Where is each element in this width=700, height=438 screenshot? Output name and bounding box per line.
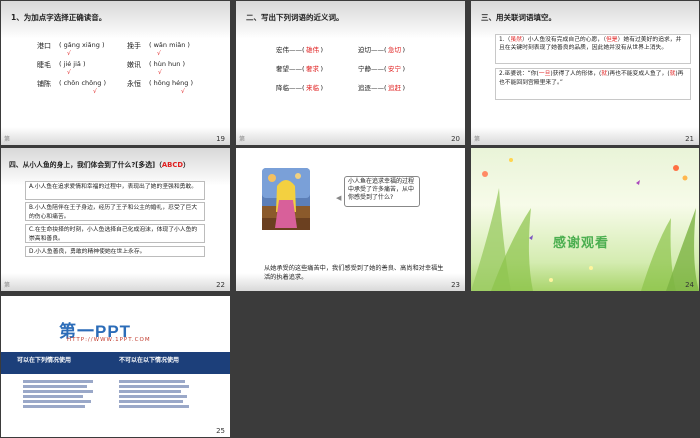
link-list-right [119, 378, 199, 410]
synonym-item: 宁静——(安宁) [358, 65, 406, 73]
link-list-left [23, 378, 103, 410]
slide-footer-gradient [471, 127, 699, 145]
slide-25-thumbnail[interactable]: 第一PPT HTTP://WWW.1PPT.COM 可以在下列情况使用 不可以在… [1, 296, 230, 437]
slide-number: 20 [451, 135, 460, 143]
slide-number: 25 [216, 427, 225, 435]
check-mark-icon: √ [67, 50, 71, 57]
reading: ( wǎn miǎn ) [149, 41, 190, 49]
option-c: C.在生命抉择的时刻，小人鱼选择自己化成泡沫，体现了小人鱼的崇高和善良。 [25, 224, 205, 243]
synonym-item: 迫切——(急切) [358, 46, 406, 54]
cannot-use-title: 不可以在以下情况使用 [119, 357, 180, 364]
slide-label: 第 [474, 136, 481, 143]
reading: ( gǎng xiǎng ) [59, 41, 105, 49]
logo-url: HTTP://WWW.1PPT.COM [67, 337, 151, 343]
word: 嫩讯 [127, 61, 141, 69]
word: 港口 [37, 42, 51, 50]
question-2-box: 2.巫婆说：“你(一旦)获得了人的形体，(就)再也不能变成人鱼了，(就)再也不能… [495, 68, 691, 100]
reading: ( chōn chōng ) [59, 79, 106, 87]
slide-title: 四、从小人鱼的身上，我们体会到了什么?[多选]（ABCD） [9, 161, 190, 169]
slide-label: 第 [4, 136, 11, 143]
slide-title: 1、为加点字选择正确读音。 [11, 13, 107, 22]
slide-24-thumbnail[interactable]: 感谢观看 24 [471, 148, 699, 291]
slide-23-thumbnail[interactable]: 小人鱼在追求幸福的过程中承受了许多痛苦，从中你感受到了什么? ◀ 从她承受的这些… [236, 148, 465, 291]
can-use-title: 可以在下列情况使用 [17, 357, 72, 364]
slide-title: 二、写出下列词语的近义词。 [246, 13, 344, 22]
slide-label: 第 [4, 282, 11, 289]
word: 永恒 [127, 80, 141, 88]
word: 睫毛 [37, 61, 51, 69]
word: 铺陈 [37, 80, 51, 88]
answer-text: 从她承受的这些痛苦中，我们感受到了她的善良、高尚和对幸福生活的执着追求。 [264, 265, 444, 281]
bubble-tail: ◀ [336, 194, 342, 202]
question-bubble: 小人鱼在追求幸福的过程中承受了许多痛苦，从中你感受到了什么? [344, 176, 420, 207]
slide-20-thumbnail[interactable]: 二、写出下列词语的近义词。 宏伟——(雄伟) 迫切——(急切) 奢望——(奢求)… [236, 1, 465, 145]
check-mark-icon: √ [181, 88, 185, 95]
little-mermaid-illustration [262, 168, 310, 230]
slide-number: 21 [685, 135, 694, 143]
slide-22-thumbnail[interactable]: 四、从小人鱼的身上，我们体会到了什么?[多选]（ABCD） A.小人鱼在追求爱情… [1, 148, 230, 291]
reading: ( jié jiǎ ) [59, 60, 86, 68]
slide-number: 24 [685, 281, 694, 289]
slide-label: 第 [239, 136, 246, 143]
thanks-text: 感谢观看 [553, 236, 610, 251]
slide-number: 22 [216, 281, 225, 289]
slide-footer-gradient [236, 127, 465, 145]
question-1-box: 1.（虽然）小人鱼没有完成自己的心愿，（但是）她有过美好的追求，并且在关键时刻表… [495, 34, 691, 64]
check-mark-icon: √ [67, 69, 71, 76]
slide-title: 三、用关联词语填空。 [481, 13, 556, 22]
check-mark-icon: √ [157, 50, 161, 57]
slide-21-thumbnail[interactable]: 三、用关联词语填空。 1.（虽然）小人鱼没有完成自己的心愿，（但是）她有过美好的… [471, 1, 699, 145]
option-d: D.小人鱼善良，勇敢的精神使她在世上永存。 [25, 246, 205, 257]
reading: ( hōng héng ) [149, 79, 193, 87]
check-mark-icon: √ [158, 69, 162, 76]
synonym-item: 宏伟——(雄伟) [276, 46, 324, 54]
word: 挽手 [127, 42, 141, 50]
synonym-item: 降临——(来临) [276, 84, 324, 92]
synonym-item: 奢望——(奢求) [276, 65, 324, 73]
option-b: B.小人鱼陪伴在王子身边，经历了王子和公主的婚礼，忍受了巨大的伤心和痛苦。 [25, 202, 205, 221]
slide-number: 23 [451, 281, 460, 289]
slide-footer-gradient [1, 273, 230, 291]
slide-footer-gradient [1, 127, 230, 145]
reading: ( hùn hun ) [149, 60, 185, 68]
option-a: A.小人鱼在追求爱情和幸福的过程中，表现出了她的坚强和勇敢。 [25, 181, 205, 200]
slide-number: 19 [216, 135, 225, 143]
grass-decoration [471, 158, 699, 291]
synonym-item: 追逐——(追赶) [358, 84, 406, 92]
slide-19-thumbnail[interactable]: 1、为加点字选择正确读音。 港口 ( gǎng xiǎng ) 挽手 ( wǎn… [1, 1, 230, 145]
check-mark-icon: √ [93, 88, 97, 95]
